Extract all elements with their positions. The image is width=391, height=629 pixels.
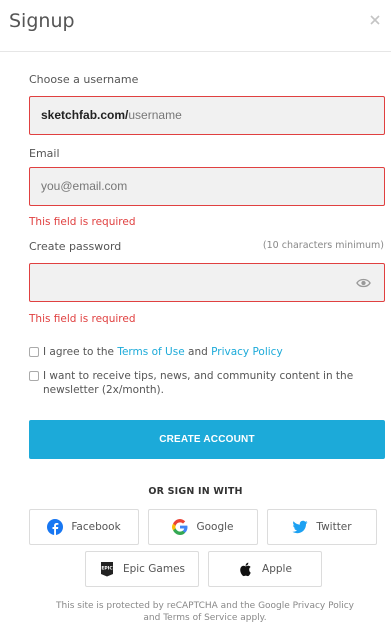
recaptcha-notice-line1: This site is protected by reCAPTCHA and … [56, 601, 354, 611]
terms-text: I agree to the Terms of Use and Privacy … [43, 345, 385, 359]
terms-of-use-link[interactable]: Terms of Use [117, 346, 184, 358]
terms-checkbox-row[interactable]: I agree to the Terms of Use and Privacy … [29, 345, 385, 359]
close-icon[interactable] [367, 12, 383, 28]
twitter-label: Twitter [316, 521, 352, 533]
terms-and: and [184, 346, 212, 358]
password-hint: (10 characters minimum) [262, 240, 384, 251]
password-label: Create password [29, 240, 122, 253]
epic-games-icon: EPIC [100, 562, 113, 577]
newsletter-checkbox-row[interactable]: I want to receive tips, news, and commun… [29, 369, 385, 397]
username-label: Choose a username [29, 73, 139, 86]
email-error: This field is required [29, 216, 136, 228]
password-error: This field is required [29, 313, 136, 325]
apple-icon [240, 562, 251, 577]
google-button[interactable]: Google [148, 509, 258, 545]
username-placeholder: username [128, 108, 182, 122]
email-field[interactable]: you@email.com [29, 167, 385, 206]
twitter-button[interactable]: Twitter [267, 509, 377, 545]
username-content: sketchfab.com/username [41, 108, 182, 122]
eye-icon[interactable] [356, 277, 371, 289]
email-label: Email [29, 147, 60, 160]
newsletter-text: I want to receive tips, news, and commun… [43, 370, 354, 396]
newsletter-checkbox[interactable] [29, 371, 39, 381]
username-prefix: sketchfab.com/ [41, 108, 129, 122]
or-sign-in-label: OR SIGN IN WITH [148, 486, 243, 497]
terms-text-before: I agree to the [43, 346, 118, 358]
email-placeholder: you@email.com [41, 179, 128, 193]
recaptcha-notice-line2: and Terms of Service apply. [143, 613, 267, 623]
privacy-policy-link[interactable]: Privacy Policy [211, 346, 283, 358]
facebook-label: Facebook [71, 521, 121, 533]
facebook-button[interactable]: Facebook [29, 509, 139, 545]
svg-text:EPIC: EPIC [101, 566, 113, 572]
dialog-title: Signup [9, 10, 75, 32]
google-icon [172, 519, 188, 535]
apple-label: Apple [262, 563, 292, 575]
close-icon-graphic [370, 15, 380, 25]
dialog-header: Signup [0, 0, 391, 52]
email-content: you@email.com [41, 179, 127, 193]
username-field[interactable]: sketchfab.com/username [29, 96, 385, 135]
recaptcha-notice: This site is protected by reCAPTCHA and … [20, 600, 390, 624]
twitter-icon [292, 520, 308, 534]
password-field[interactable] [29, 263, 385, 302]
epic-games-button[interactable]: EPIC Epic Games [85, 551, 199, 587]
google-label: Google [196, 521, 234, 533]
create-account-button[interactable]: CREATE ACCOUNT [29, 420, 385, 459]
epic-games-label: Epic Games [122, 563, 186, 575]
terms-checkbox[interactable] [29, 347, 39, 357]
apple-button[interactable]: Apple [208, 551, 322, 587]
facebook-icon [47, 519, 64, 535]
